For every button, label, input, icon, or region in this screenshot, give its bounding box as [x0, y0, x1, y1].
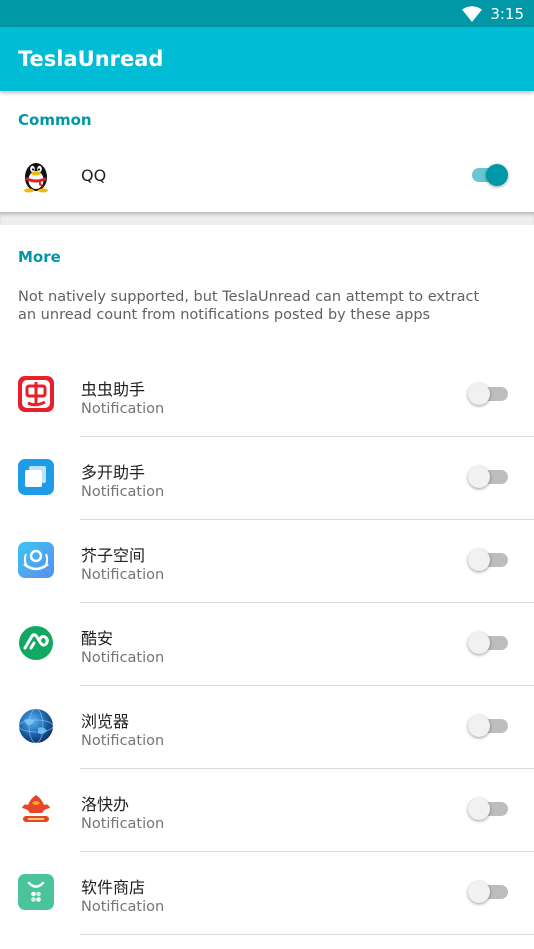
- app-subtitle: Notification: [81, 816, 165, 832]
- app-toggle[interactable]: [468, 548, 510, 572]
- app-subtitle: Notification: [81, 899, 165, 915]
- app-toggle[interactable]: [468, 714, 510, 738]
- status-bar: 3:15: [0, 0, 534, 27]
- app-name: 芥子空间: [81, 546, 146, 565]
- jiezi-icon: [18, 542, 54, 578]
- list-item[interactable]: 软件商店 Notification: [0, 852, 534, 935]
- qq-label: QQ: [81, 165, 107, 185]
- app-toggle[interactable]: [468, 631, 510, 655]
- app-name: 多开助手: [81, 463, 146, 482]
- app-store-icon: [18, 874, 54, 910]
- app-name: 软件商店: [81, 878, 146, 897]
- qq-toggle[interactable]: [468, 163, 510, 187]
- list-item[interactable]: 酷安 Notification: [0, 603, 534, 686]
- app-toggle[interactable]: [468, 465, 510, 489]
- browser-globe-icon: [18, 708, 54, 744]
- app-subtitle: Notification: [81, 401, 165, 417]
- app-toggle[interactable]: [468, 880, 510, 904]
- qq-row[interactable]: QQ: [0, 153, 534, 197]
- list-item[interactable]: 浏览器 Notification: [0, 686, 534, 769]
- qq-penguin-icon: [24, 163, 48, 193]
- chongchong-icon: [18, 376, 54, 412]
- common-header: Common: [18, 111, 92, 129]
- duokai-icon: [18, 459, 54, 495]
- app-subtitle: Notification: [81, 650, 165, 666]
- more-description: Not natively supported, but TeslaUnread …: [18, 289, 480, 323]
- luokuaiban-icon: [22, 795, 50, 822]
- toggle-thumb: [468, 881, 490, 903]
- app-name: 浏览器: [81, 712, 130, 731]
- section-divider: [0, 212, 534, 225]
- coolapk-icon: [19, 626, 53, 660]
- toggle-thumb: [468, 798, 490, 820]
- list-item[interactable]: 洛快办 Notification: [0, 769, 534, 852]
- app-bar: TeslaUnread: [0, 27, 534, 91]
- app-subtitle: Notification: [81, 567, 165, 583]
- common-section: Common QQ: [0, 91, 534, 212]
- list-item[interactable]: 芥子空间 Notification: [0, 520, 534, 603]
- app-subtitle: Notification: [81, 484, 165, 500]
- app-subtitle: Notification: [81, 733, 165, 749]
- more-header: More: [18, 248, 61, 266]
- app-toggle[interactable]: [468, 382, 510, 406]
- toggle-thumb: [468, 632, 490, 654]
- toggle-thumb: [468, 549, 490, 571]
- app-toggle[interactable]: [468, 797, 510, 821]
- toggle-thumb: [468, 383, 490, 405]
- app-name: 虫虫助手: [81, 380, 146, 399]
- app-name: 酷安: [81, 629, 114, 648]
- list-item[interactable]: 多开助手 Notification: [0, 437, 534, 520]
- toggle-thumb: [486, 164, 508, 186]
- wifi-icon: [462, 5, 483, 22]
- status-time: 3:15: [490, 4, 524, 23]
- app-name: 洛快办: [81, 795, 130, 814]
- app-title: TeslaUnread: [18, 47, 164, 71]
- list-item[interactable]: 虫虫助手 Notification: [0, 354, 534, 437]
- toggle-thumb: [468, 715, 490, 737]
- row-divider: [80, 934, 534, 935]
- toggle-thumb: [468, 466, 490, 488]
